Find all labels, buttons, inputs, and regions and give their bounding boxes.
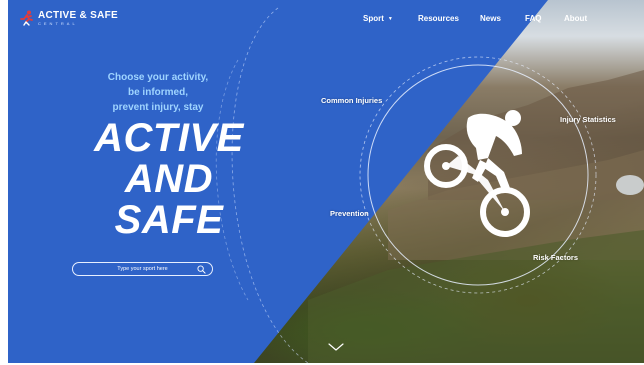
headline-line: AND [124,157,214,201]
hero-section: Common Injuries Injury Statistics Preven… [8,0,644,363]
search-icon[interactable] [197,265,206,274]
nav-item-label: Sport [363,14,384,23]
common-injuries-link[interactable]: Common Injuries [321,96,382,105]
nav-item-sport[interactable]: Sport ▼ [363,14,393,23]
hero-headline: ACTIVE AND SAFE [64,118,274,241]
tagline-line: prevent injury, stay [112,102,204,113]
injury-statistics-link[interactable]: Injury Statistics [560,115,616,124]
risk-factors-link[interactable]: Risk Factors [533,253,578,262]
headline-line: SAFE [114,198,224,242]
sport-search [72,262,213,276]
nav-item-about[interactable]: About [564,14,587,23]
tagline-line: be informed, [127,87,188,98]
nav-item-resources[interactable]: Resources [418,14,459,23]
hero-tagline: Choose your activity, be informed, preve… [78,70,238,115]
brand-name: ACTIVE & SAFE [38,9,119,21]
headline-line: ACTIVE [94,116,244,160]
brand-subtitle: CENTRAL [38,20,78,26]
nav-item-faq[interactable]: FAQ [525,14,541,23]
runner-logo-icon [20,10,33,26]
chevron-down-icon[interactable] [328,343,344,351]
site-logo[interactable]: ACTIVE & SAFE CENTRAL [20,10,118,26]
nav-item-news[interactable]: News [480,14,501,23]
cyclist-icon [424,110,530,237]
tagline-line: Choose your activity, [107,72,209,83]
caret-down-icon: ▼ [387,15,393,22]
prevention-link[interactable]: Prevention [330,209,369,218]
sport-search-input[interactable] [95,265,190,273]
